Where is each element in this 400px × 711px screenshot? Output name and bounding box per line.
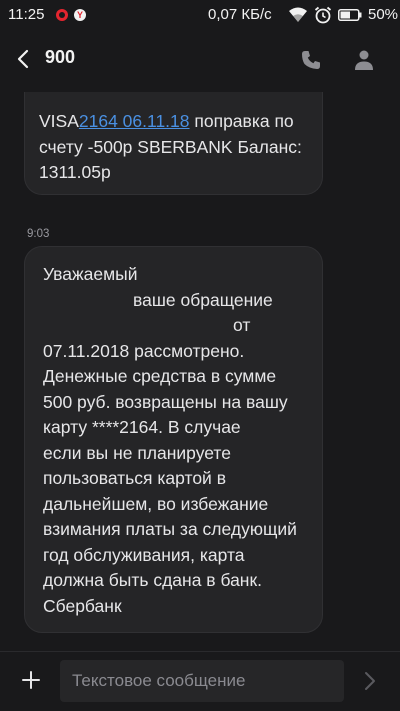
battery-percent: 50% [368,6,399,23]
send-chevron-icon[interactable] [362,669,378,693]
alarm-clock-icon [314,6,332,24]
card-date-link[interactable]: 2164 06.11.18 [79,111,190,131]
notification-icon [56,9,68,21]
yandex-notification-icon: Y [74,9,86,21]
conversation-header: 900 [0,30,400,88]
message-composer [0,651,400,711]
message-line: 07.11.2018 рассмотрено. [43,340,245,361]
message-line: ваше обращение [133,289,273,310]
message-line: год обслуживания, карта [43,544,245,565]
message-line: должна быть сдана в банк. [43,570,262,590]
battery-icon [338,9,362,21]
phone-icon[interactable] [300,49,322,71]
message-line: если вы не планируете [43,442,231,463]
message-line: пользоваться картой в [43,468,226,488]
message-line: от [233,315,251,335]
message-line: Сбербанк [43,595,122,616]
network-speed: 0,07 КБ/с [208,6,272,23]
message-line: VISA2164 06.11.18 поправка по [39,111,294,131]
message-line: Денежные средства в сумме [43,366,277,386]
plus-icon[interactable] [20,669,42,691]
contact-title: 900 [45,47,76,67]
message-line: взимания платы за следующий [43,519,297,539]
message-line: 1311.05р [39,162,111,182]
message-line: Уважаемый [43,264,138,284]
message-line: дальнейшем, во избежание [43,493,269,514]
wifi-icon [289,7,307,22]
message-bubble: VISA2164 06.11.18 поправка по счету -500… [24,92,323,195]
contact-person-icon[interactable] [354,49,374,71]
status-bar: 11:25 Y 0,07 КБ/с 50% [0,0,400,30]
message-input[interactable] [60,660,344,702]
message-timestamp: 9:03 [27,228,50,240]
message-line: счету -500р SBERBANK Баланс: [39,136,302,157]
message-line: 500 руб. возвращены на вашу [43,391,288,412]
back-arrow-icon[interactable] [14,48,34,70]
sms-conversation-screen: 11:25 Y 0,07 КБ/с 50% 900 VISA2164 06.11… [0,0,400,711]
status-time: 11:25 [8,6,45,23]
message-bubble: Уважаемый ваше обращение от 07.11.2018 р… [24,246,323,633]
message-line: карту ****2164. В случае [43,417,241,437]
